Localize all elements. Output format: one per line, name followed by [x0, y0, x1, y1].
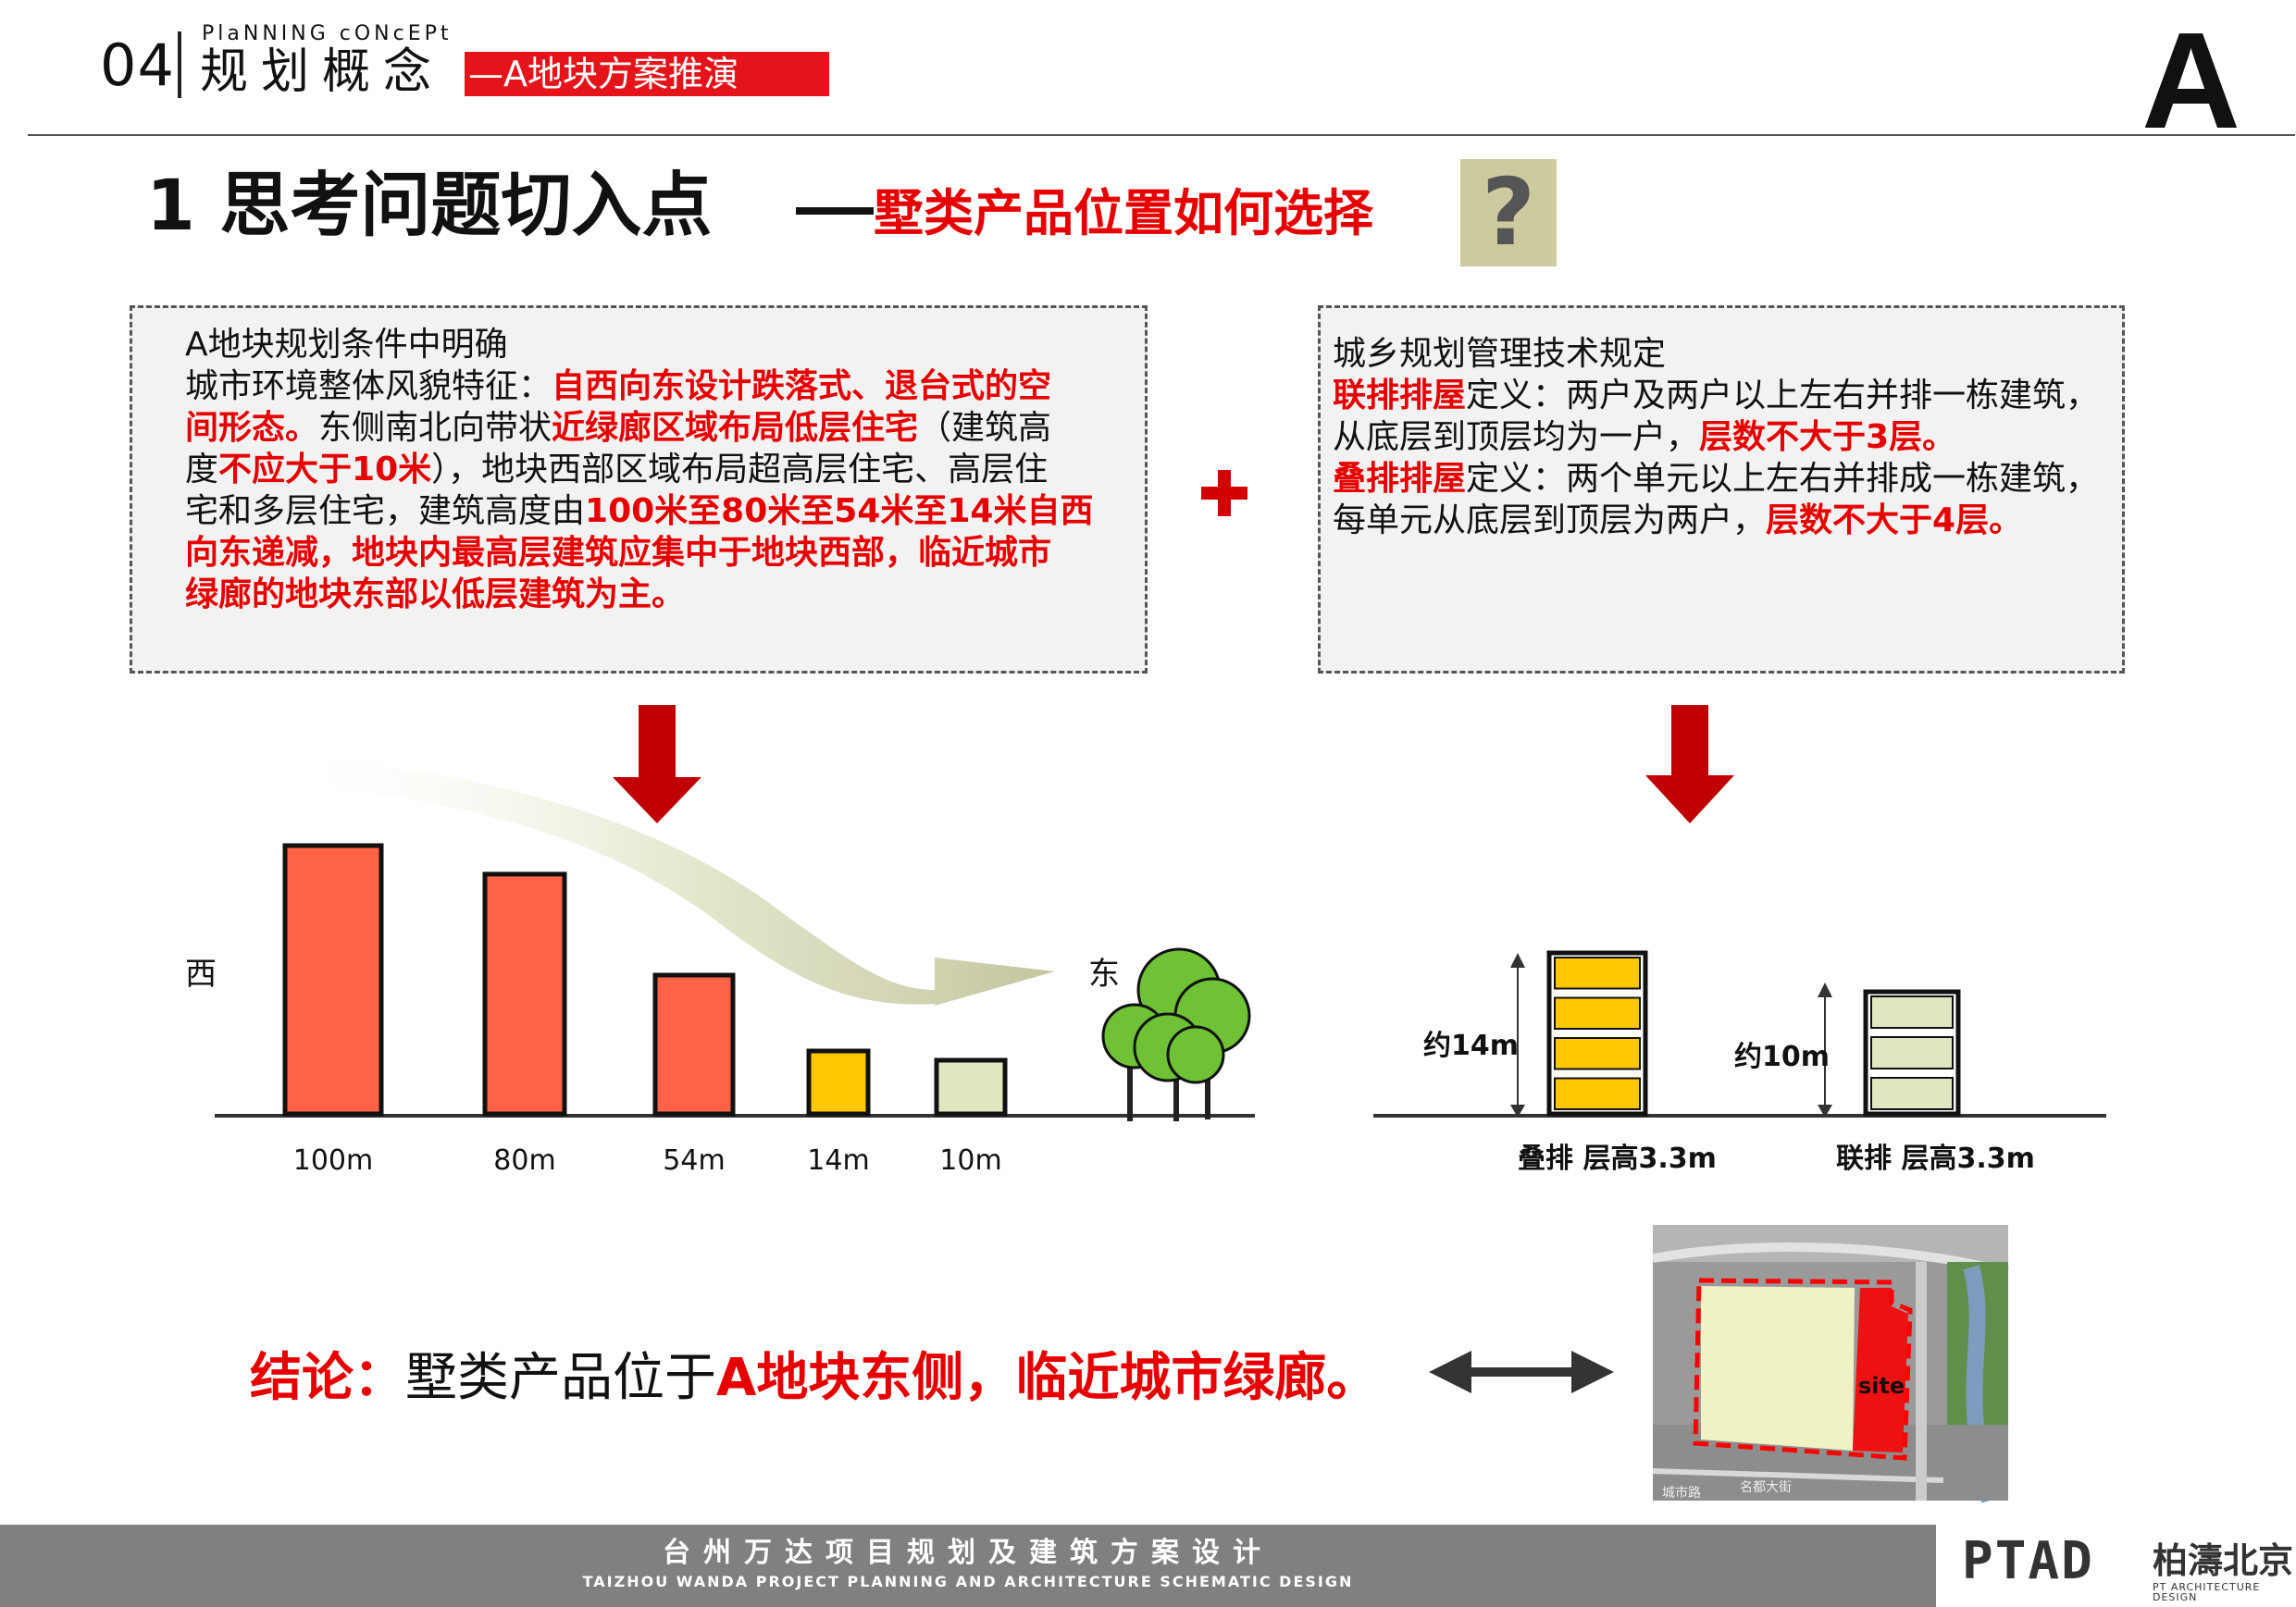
road-label: 城市路	[1662, 1485, 1701, 1501]
building-label: 14m	[807, 1144, 869, 1177]
building-label: 10m	[939, 1144, 1001, 1177]
building-label: 54m	[663, 1144, 725, 1177]
townhouse-floor	[1870, 995, 1954, 1029]
double-arrow-icon	[1429, 1351, 1614, 1393]
building-labels: 100m 80m 54m 14m 10m	[293, 1144, 1002, 1177]
text-span: 墅类产品位于	[405, 1348, 716, 1408]
tree-icon	[1101, 947, 1251, 1121]
stacked-caption: 叠排 层高3.3m	[1518, 1143, 1717, 1175]
townhouse-floor	[1554, 1077, 1641, 1110]
building-bar	[482, 871, 567, 1117]
row-caption: 联排 层高3.3m	[1836, 1143, 2035, 1175]
text-span: 结论：	[250, 1348, 405, 1408]
building-label: 80m	[493, 1144, 555, 1177]
townhouse-floor	[1870, 1036, 1954, 1069]
down-arrow-icon	[1645, 705, 1734, 823]
building-bars	[282, 843, 1008, 1117]
company-logo-cn: 柏濤北京	[2153, 1540, 2294, 1581]
building-bar	[282, 843, 384, 1117]
site-label: site	[1858, 1373, 1905, 1399]
townhouse-floor	[1554, 957, 1641, 990]
stacked-height-label: 约14m	[1423, 1030, 1519, 1062]
east-label: 东	[1088, 956, 1120, 993]
west-label: 西	[185, 956, 217, 993]
row-height-label: 约10m	[1734, 1041, 1830, 1073]
down-arrow-icon	[613, 705, 701, 823]
townhouse-floor	[1554, 1037, 1641, 1070]
townhouse-blocks	[1546, 950, 1961, 1117]
company-logo-sub: PT ARCHITECTURE DESIGN	[2153, 1581, 2261, 1603]
company-logo: PTAD	[1962, 1531, 2094, 1591]
townhouse-floor	[1870, 1077, 1954, 1110]
road-label: 名都大街	[1740, 1480, 1792, 1495]
footer-title-en: TAIZHOU WANDA PROJECT PLANNING AND ARCHI…	[582, 1573, 1354, 1590]
footer-title-cn: 台州万达项目规划及建筑方案设计	[663, 1537, 1273, 1569]
ground-line	[1373, 1114, 2106, 1118]
building-bar	[652, 972, 736, 1117]
conclusion-text: 结论：墅类产品位于A地块东侧，临近城市绿廊。	[250, 1346, 1378, 1411]
building-label: 100m	[293, 1144, 373, 1177]
building-bar	[806, 1048, 871, 1117]
site-map: site 城市路 名都大街	[1652, 1225, 2010, 1503]
text-span: A地块东侧，临近城市绿廊。	[716, 1348, 1379, 1408]
townhouse-floor	[1554, 996, 1641, 1030]
building-bar	[934, 1057, 1008, 1117]
